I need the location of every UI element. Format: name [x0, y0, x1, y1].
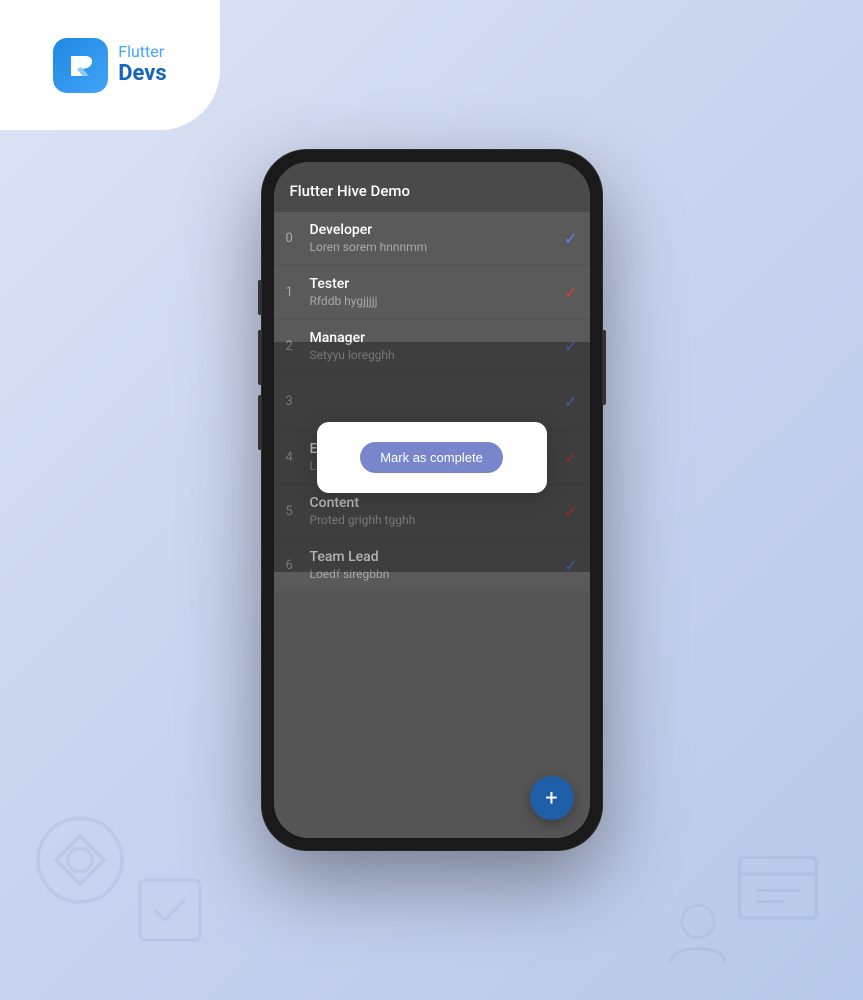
check-icon: ✓: [564, 283, 577, 302]
logo-flutter-label: Flutter: [118, 42, 166, 61]
item-title: Developer: [310, 222, 555, 238]
item-content: Tester Rfddb hygjjjjj: [310, 276, 555, 308]
item-index: 0: [286, 231, 300, 246]
fab-button[interactable]: +: [530, 776, 574, 820]
logo-container: Flutter Devs: [0, 0, 220, 130]
check-icon: ✓: [564, 229, 577, 248]
item-title: Tester: [310, 276, 555, 292]
list-item[interactable]: 1 Tester Rfddb hygjjjjj ✓: [274, 266, 590, 318]
item-subtitle: Rfddb hygjjjjj: [310, 294, 555, 308]
item-content: Developer Loren sorem hnnnmm: [310, 222, 555, 254]
logo-devs-label: Devs: [118, 61, 166, 87]
logo-text: Flutter Devs: [118, 42, 166, 88]
item-index: 1: [286, 285, 300, 300]
popup-card: Mark as complete: [317, 422, 547, 493]
phone-frame: Flutter Hive Demo 0 Developer Loren sore…: [262, 150, 602, 850]
mark-as-complete-button[interactable]: Mark as complete: [360, 442, 503, 473]
fab-icon: +: [545, 786, 557, 811]
list-container: 0 Developer Loren sorem hnnnmm ✓ 1 Teste…: [274, 212, 590, 838]
logo-icon: [53, 38, 108, 93]
list-item[interactable]: 0 Developer Loren sorem hnnnmm ✓: [274, 212, 590, 264]
app-header: Flutter Hive Demo: [274, 162, 590, 212]
app-title: Flutter Hive Demo: [290, 182, 410, 200]
phone-screen: Flutter Hive Demo 0 Developer Loren sore…: [274, 162, 590, 838]
popup-overlay: Mark as complete: [274, 342, 590, 572]
item-subtitle: Loren sorem hnnnmm: [310, 240, 555, 254]
